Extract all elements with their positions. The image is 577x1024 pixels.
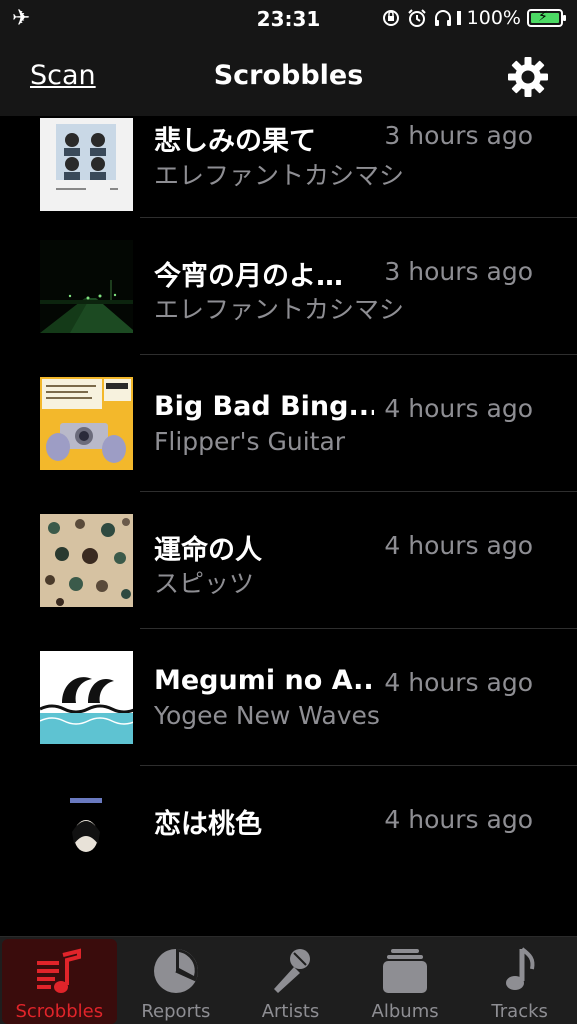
- list-item[interactable]: 悲しみの果て エレファントカシマシ 3 hours ago: [0, 116, 577, 218]
- list-item[interactable]: Big Bad Bing... Flipper's Guitar 4 hours…: [0, 355, 577, 492]
- scrobbles-list[interactable]: 悲しみの果て エレファントカシマシ 3 hours ago 今宵の月のよ… エレ…: [0, 116, 577, 936]
- orientation-lock-icon: [382, 10, 399, 26]
- microphone-icon: [274, 949, 311, 993]
- album-art: [40, 651, 133, 744]
- status-right-icons: 100% ⚡: [381, 7, 566, 29]
- list-item[interactable]: Megumi no A... Yogee New Waves 4 hours a…: [0, 629, 577, 766]
- album-art: [40, 377, 133, 470]
- tab-label: Albums: [371, 1001, 439, 1022]
- album-art: [40, 240, 133, 333]
- alarm-icon: [407, 9, 426, 27]
- tab-label: Scrobbles: [15, 1001, 104, 1022]
- scrobble-time: 4 hours ago: [384, 531, 533, 560]
- track-artist: エレファントカシマシ: [154, 161, 405, 190]
- battery-percent: 100%: [466, 7, 521, 29]
- status-bar: ✈ 23:31 100% ⚡: [0, 0, 577, 38]
- track-artist: Yogee New Waves: [154, 701, 380, 730]
- tab-reports[interactable]: Reports: [119, 937, 234, 1024]
- album-art: [40, 514, 133, 607]
- track-artist: スピッツ: [154, 569, 255, 598]
- list-item[interactable]: 運命の人 スピッツ 4 hours ago: [0, 492, 577, 629]
- tab-label: Reports: [141, 1001, 211, 1022]
- gear-icon[interactable]: [507, 56, 549, 98]
- track-title: Megumi no A...: [154, 665, 374, 696]
- tab-bar: Scrobbles Reports Artists Albums Tracks: [0, 936, 577, 1024]
- track-title: 恋は桃色: [154, 809, 262, 840]
- scrobble-time: 4 hours ago: [384, 394, 533, 423]
- tab-label: Artists: [261, 1001, 320, 1022]
- track-title: Big Bad Bing...: [154, 391, 374, 422]
- scrobble-time: 4 hours ago: [384, 805, 533, 834]
- track-artist: Flipper's Guitar: [154, 427, 346, 456]
- navigation-bar: Scan Scrobbles: [0, 38, 577, 116]
- scan-button[interactable]: Scan: [30, 60, 96, 91]
- scrobble-time: 3 hours ago: [384, 257, 533, 286]
- battery-icon: ⚡: [527, 9, 566, 27]
- track-artist: エレファントカシマシ: [154, 295, 405, 324]
- albums-stack-icon: [383, 949, 428, 993]
- tab-albums[interactable]: Albums: [348, 937, 463, 1024]
- album-art: [40, 788, 133, 881]
- list-item[interactable]: 恋は桃色 4 hours ago: [0, 766, 577, 903]
- tab-artists[interactable]: Artists: [233, 937, 348, 1024]
- tab-scrobbles[interactable]: Scrobbles: [2, 939, 117, 1024]
- scrobbles-icon: [37, 948, 82, 993]
- album-art: [40, 118, 133, 211]
- scrobble-time: 4 hours ago: [384, 668, 533, 697]
- track-title: 悲しみの果て: [154, 126, 316, 157]
- list-item[interactable]: 今宵の月のよ… エレファントカシマシ 3 hours ago: [0, 218, 577, 355]
- tab-tracks[interactable]: Tracks: [462, 937, 577, 1024]
- music-note-icon: [505, 947, 535, 990]
- pie-chart-icon: [153, 949, 198, 993]
- headphones-icon: [434, 10, 451, 26]
- tab-label: Tracks: [491, 1001, 548, 1022]
- scrobble-time: 3 hours ago: [384, 121, 533, 150]
- track-title: 今宵の月のよ…: [154, 261, 343, 292]
- track-title: 運命の人: [154, 535, 262, 566]
